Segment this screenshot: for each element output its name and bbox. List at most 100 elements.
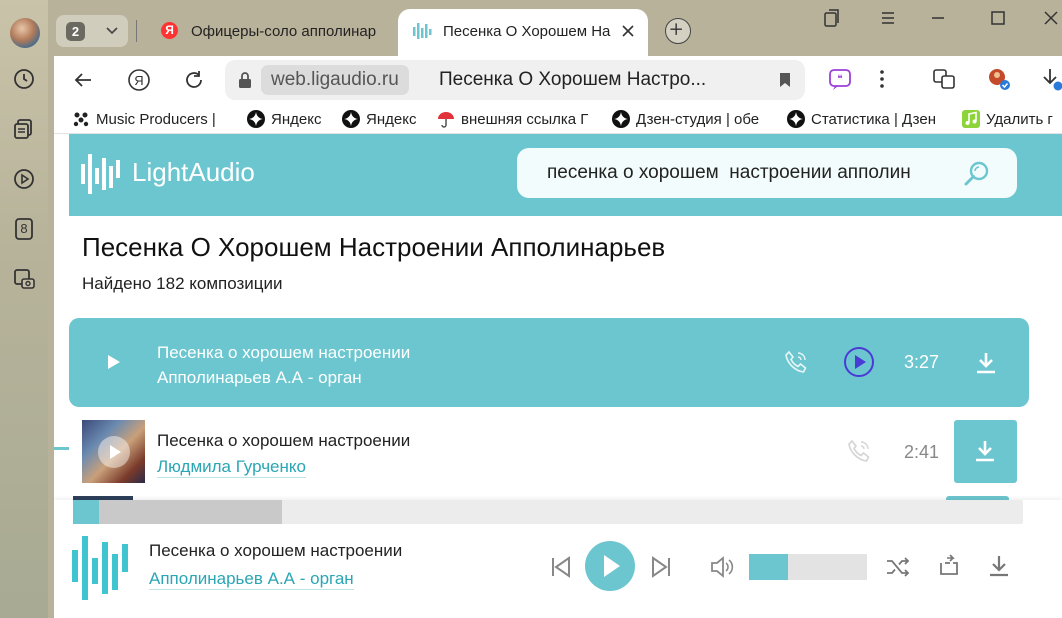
bookmark-music-producers[interactable]: Music Producers | — [72, 108, 232, 130]
bookmark-delete[interactable]: Удалить г — [962, 108, 1062, 130]
lightaudio-logo-icon[interactable] — [81, 154, 123, 194]
reload-icon[interactable] — [182, 68, 206, 92]
zen-star-icon — [342, 110, 360, 128]
screenshot-camera-icon[interactable] — [12, 267, 36, 291]
bookmark-label: Удалить г — [986, 110, 1053, 128]
bookmark-zen-studio[interactable]: Дзен-студия | обе — [612, 108, 772, 130]
lock-icon[interactable] — [237, 71, 253, 89]
tab-active-song[interactable]: Песенка О Хорошем На — [398, 9, 648, 56]
volume-level — [749, 554, 788, 580]
search-input[interactable] — [547, 160, 947, 186]
search-icon[interactable] — [963, 160, 991, 188]
bookmark-yandex-2[interactable]: Яндекс — [342, 108, 432, 130]
ringtone-phone-icon[interactable] — [846, 438, 872, 464]
bookmark-label: Яндекс — [366, 110, 417, 128]
minimize-icon[interactable] — [928, 8, 948, 28]
seek-bar[interactable] — [73, 500, 1023, 524]
tab-officers[interactable]: Я Офицеры-соло апполинар — [153, 11, 393, 51]
site-logo-text[interactable]: LightAudio — [132, 157, 255, 188]
user-avatar[interactable] — [10, 18, 40, 48]
audio-player: Песенка о хорошем настроении Апполинарье… — [54, 500, 1062, 618]
plus-icon — [670, 23, 682, 35]
bookmark-yandex-1[interactable]: Яндекс — [247, 108, 337, 130]
track-row[interactable]: Песенка о хорошем настроении Людмила Гур… — [69, 414, 1029, 488]
menu-icon[interactable] — [878, 8, 898, 28]
track-artist[interactable]: Апполинарьев А.А - орган — [157, 368, 362, 388]
bookmark-label: Дзен-студия | обе — [636, 110, 760, 128]
downloads-icon[interactable] — [1040, 66, 1062, 92]
download-icon — [976, 441, 994, 462]
zen-star-icon — [612, 110, 630, 128]
address-bar-row: Я web.ligaudio.ru Песенка О Хорошем Наст… — [54, 56, 1062, 104]
play-icon — [110, 445, 121, 459]
bookmarks-panel-icon[interactable] — [822, 8, 842, 28]
bookmark-label: Music Producers | — [96, 110, 216, 128]
page-content: LightAudio Песенка О Хорошем Настроении … — [54, 134, 1062, 618]
zen-star-icon — [787, 110, 805, 128]
repeat-icon[interactable] — [936, 554, 962, 580]
tab-groups-button[interactable]: 2 — [56, 15, 128, 47]
track-artist[interactable]: Людмила Гурченко — [157, 457, 306, 478]
cover-play-button[interactable] — [98, 436, 130, 468]
umbrella-icon — [438, 112, 454, 128]
track-duration: 3:27 — [904, 352, 940, 372]
page-title: Песенка О Хорошем Настроении Апполинарье… — [82, 232, 666, 262]
music-producers-favicon-icon — [73, 112, 89, 127]
tab-separator — [136, 20, 137, 42]
more-vertical-icon[interactable] — [869, 66, 895, 92]
next-track-icon[interactable] — [648, 554, 674, 580]
player-logo-icon — [72, 536, 128, 600]
bookmark-label: Статистика | Дзен — [811, 110, 937, 128]
bookmark-external-link[interactable]: внешняя ссылка Г — [437, 108, 597, 130]
tab-title: Офицеры-соло апполинар — [191, 23, 377, 40]
video-play-icon[interactable] — [12, 167, 36, 191]
track-title: Песенка о хорошем настроении — [157, 431, 411, 450]
site-header: LightAudio — [69, 134, 1062, 216]
scroll-indicator — [54, 447, 69, 450]
download-button[interactable] — [954, 420, 1017, 483]
close-window-icon[interactable] — [1041, 8, 1061, 28]
yandex-favicon-icon: Я — [161, 22, 178, 39]
yandex-logo-icon[interactable]: Я — [127, 68, 151, 92]
bookmark-label: Яндекс — [271, 110, 322, 128]
track-title: Песенка о хорошем настроении — [157, 343, 411, 362]
tab-strip: 2 Я Офицеры-соло апполинар Песенка О Хор… — [48, 0, 1062, 56]
service-badge-icon[interactable]: 8 — [12, 217, 36, 241]
album-cover[interactable] — [82, 420, 145, 483]
history-icon[interactable] — [12, 67, 36, 91]
bookmark-statistics[interactable]: Статистика | Дзен — [787, 108, 947, 130]
omnibox[interactable]: web.ligaudio.ru Песенка О Хорошем Настро… — [225, 60, 805, 100]
maximize-icon[interactable] — [988, 8, 1008, 28]
download-icon[interactable] — [973, 350, 999, 376]
service-badge-number: 8 — [20, 221, 28, 236]
play-icon[interactable] — [107, 354, 121, 370]
play-button[interactable] — [585, 541, 635, 591]
player-track-artist[interactable]: Апполинарьев А.А - орган — [149, 569, 354, 590]
reader-quote-icon[interactable]: ❝ — [827, 66, 853, 92]
played-bar — [73, 500, 99, 524]
omnibox-page-title: Песенка О Хорошем Настро... — [439, 69, 707, 90]
track-row[interactable]: Песенка о хорошем настроении Апполинарье… — [69, 318, 1029, 407]
lightaudio-favicon-icon — [413, 23, 432, 39]
previous-track-icon[interactable] — [548, 554, 574, 580]
new-tab-button[interactable] — [665, 18, 691, 44]
player-download-icon[interactable] — [986, 553, 1012, 579]
back-arrow-icon[interactable] — [71, 68, 95, 92]
shuffle-icon[interactable] — [885, 554, 911, 580]
play-circle-icon[interactable] — [843, 346, 875, 378]
bookmark-icon[interactable] — [777, 71, 793, 89]
volume-slider[interactable] — [749, 554, 867, 580]
search-box — [517, 148, 1017, 198]
bookmark-label: внешняя ссылка Г — [461, 110, 589, 128]
svg-text:Я: Я — [134, 73, 143, 88]
ringtone-phone-icon[interactable] — [783, 349, 809, 375]
svg-text:❝: ❝ — [837, 74, 842, 85]
close-tab-icon[interactable] — [620, 23, 636, 39]
omnibox-domain: web.ligaudio.ru — [261, 65, 409, 95]
translate-extension-icon[interactable] — [931, 66, 957, 92]
collections-icon[interactable] — [12, 117, 36, 141]
bookmarks-bar: Music Producers | Яндекс Яндекс внешняя … — [54, 104, 1062, 134]
volume-icon[interactable] — [709, 554, 735, 580]
profile-extension-icon[interactable] — [986, 66, 1012, 92]
chevron-down-icon — [106, 27, 118, 35]
